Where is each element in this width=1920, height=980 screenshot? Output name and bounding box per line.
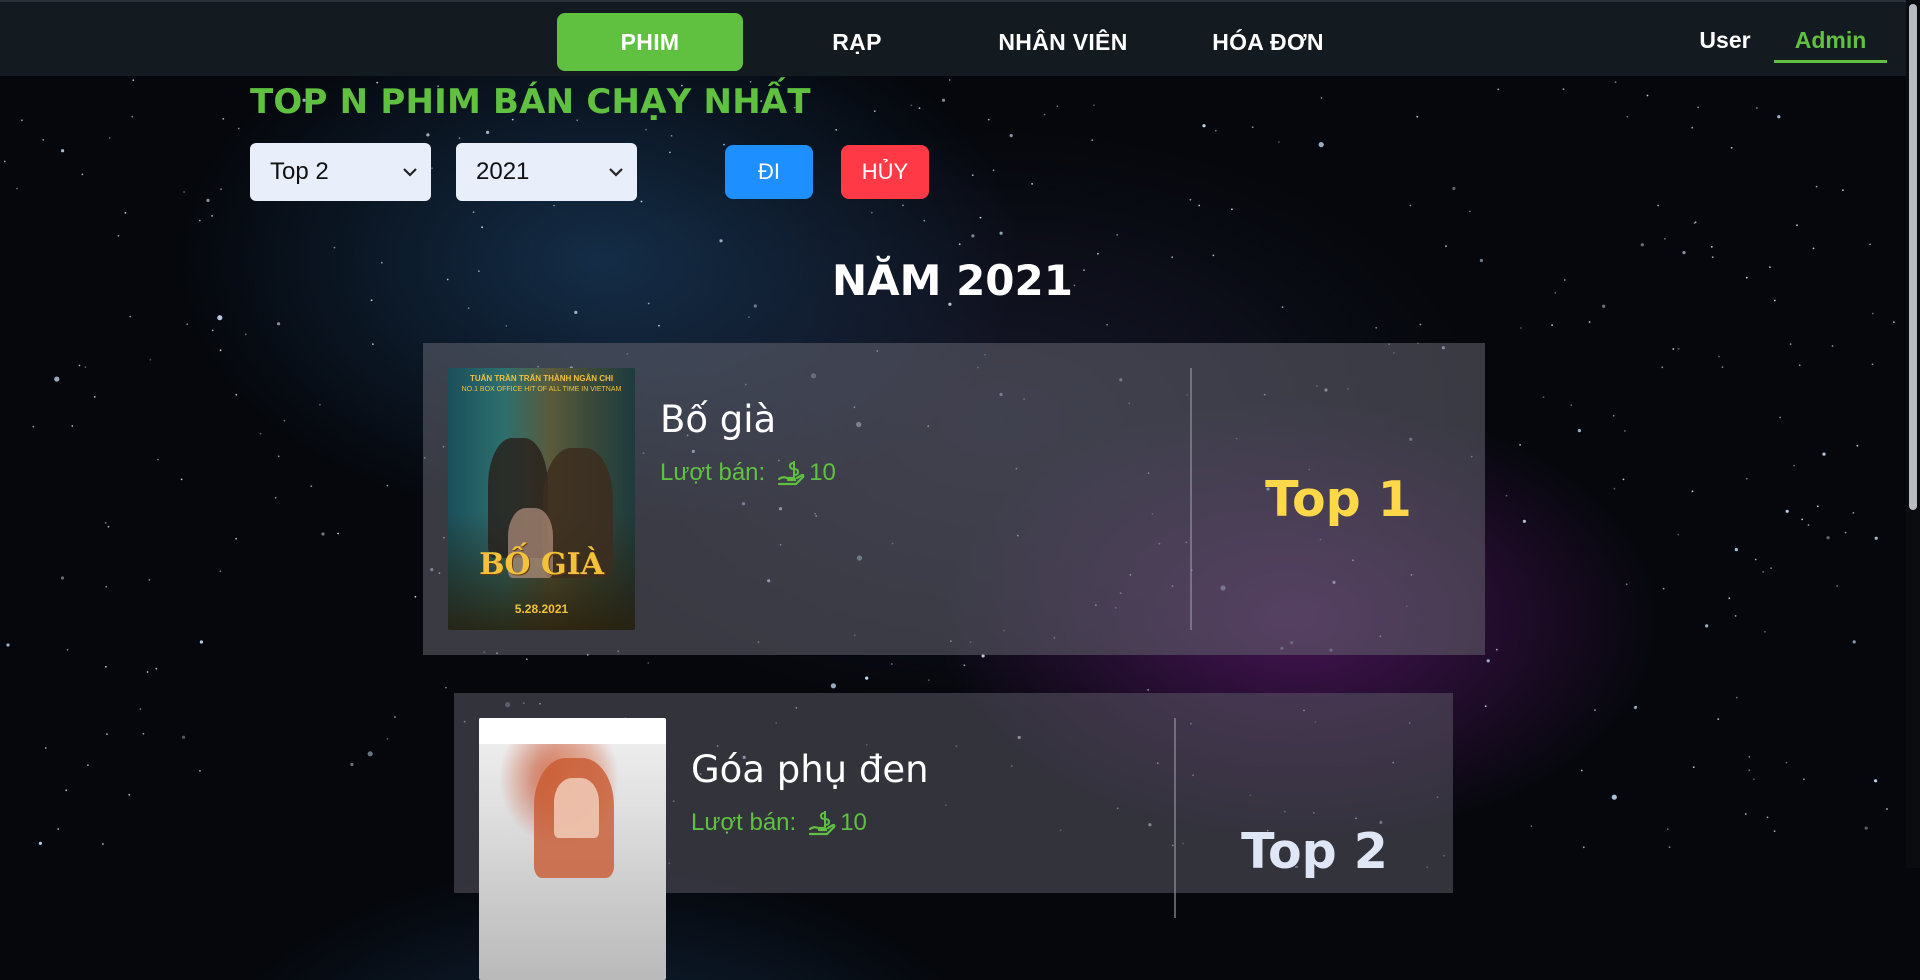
poster-title: BỐ GIÀ	[479, 547, 604, 582]
nav-tab-hoa-don[interactable]: HÓA ĐƠN	[1175, 13, 1361, 71]
scrollbar-thumb[interactable]	[1909, 4, 1917, 510]
rank-label: Top 1	[1265, 471, 1412, 528]
poster-tagline: NO.1 BOX OFFICE HIT OF ALL TIME IN VIETN…	[461, 386, 622, 393]
year-select[interactable]: 2021	[456, 143, 637, 201]
chevron-down-icon	[403, 164, 417, 180]
poster-credits: TUẤN TRẦN TRẤN THÀNH NGÂN CHI	[469, 374, 614, 383]
rank-label: Top 2	[1241, 823, 1388, 880]
nav-tab-phim[interactable]: PHIM	[557, 13, 743, 71]
money-hand-icon	[808, 809, 836, 837]
cancel-button[interactable]: HỦY	[841, 145, 929, 199]
movie-card: Góa phụ đen Lượt bán: 10 Top 2	[454, 693, 1453, 980]
top-n-select[interactable]: Top 2	[250, 143, 431, 201]
sales-info: Lượt bán: 10	[660, 459, 836, 487]
page-title: TOP N PHIM BÁN CHẠY NHẤT	[250, 82, 811, 122]
year-select-value: 2021	[476, 158, 530, 185]
movie-card: TUẤN TRẦN TRẤN THÀNH NGÂN CHI NO.1 BOX O…	[423, 343, 1485, 655]
nav-tab-rap[interactable]: RẠP	[764, 13, 950, 71]
sales-info: Lượt bán: 10	[691, 809, 867, 837]
poster-release-date: 5.28.2021	[514, 602, 569, 616]
chevron-down-icon	[609, 164, 623, 180]
nav-tab-nhan-vien[interactable]: NHÂN VIÊN	[969, 13, 1157, 71]
money-hand-icon	[777, 459, 805, 487]
top-n-select-value: Top 2	[270, 158, 329, 185]
role-user-link[interactable]: User	[1690, 20, 1760, 60]
year-heading: NĂM 2021	[832, 256, 1073, 305]
card-divider	[1174, 718, 1176, 918]
movie-name: Góa phụ đen	[691, 748, 929, 791]
role-admin-link[interactable]: Admin	[1774, 20, 1887, 63]
movie-poster	[479, 718, 666, 980]
sales-label: Lượt bán:	[691, 809, 797, 836]
sales-count: 10	[809, 459, 836, 486]
sales-count: 10	[840, 809, 867, 836]
top-navbar: PHIM RẠP NHÂN VIÊN HÓA ĐƠN User Admin	[0, 0, 1920, 76]
movie-name: Bố già	[660, 398, 777, 441]
movie-poster: TUẤN TRẦN TRẤN THÀNH NGÂN CHI NO.1 BOX O…	[448, 368, 635, 630]
sales-label: Lượt bán:	[660, 459, 766, 486]
go-button[interactable]: ĐI	[725, 145, 813, 199]
page-scrollbar[interactable]	[1906, 0, 1920, 868]
